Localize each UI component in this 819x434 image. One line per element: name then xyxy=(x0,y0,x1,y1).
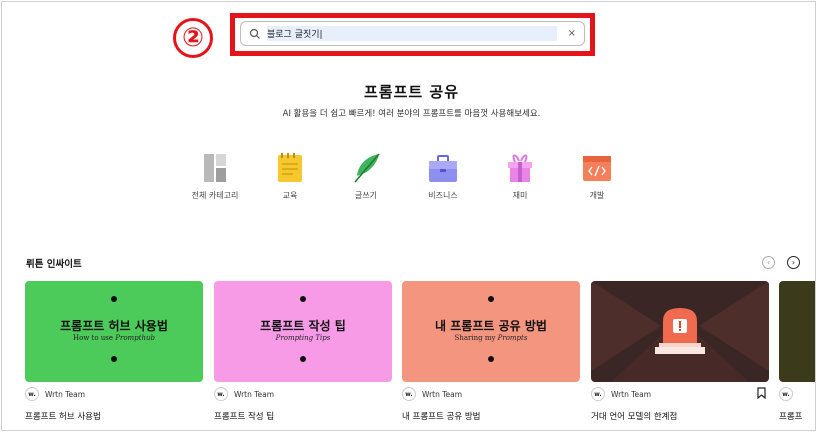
insight-card[interactable]: 프롬프트 작성 팁 Prompting Tips w. Wrtn Team 프롬… xyxy=(214,281,392,422)
insight-card[interactable]: w. Wrtn Team 거대 언어 모델의 한계점 xyxy=(591,281,769,422)
thumbnail-subtitle: How to use Prompthub xyxy=(73,334,155,342)
avatar: w. xyxy=(402,387,416,401)
avatar: w. xyxy=(591,387,605,401)
card-title: 프롬프트 작성 팁 xyxy=(214,412,275,422)
card-author: w. Wrtn Team xyxy=(214,387,274,401)
author-name: Wrtn Team xyxy=(234,389,275,399)
category-fun[interactable]: 재미 xyxy=(485,152,555,201)
category-label: 전체 카테고리 xyxy=(191,191,239,200)
thumbnail-title: 프롬프트 허브 사용법 xyxy=(60,319,168,333)
card-thumbnail: 프롬프트 허브 사용법 How to use Prompthub xyxy=(25,281,203,382)
card-title: 프롬프트 허브 사용법 xyxy=(25,412,101,422)
thumbnail-subtitle: Sharing my Prompts xyxy=(454,334,528,342)
category-label: 재미 xyxy=(512,191,528,200)
author-name: Wrtn Team xyxy=(422,389,463,399)
card-thumbnail xyxy=(779,281,815,382)
search-icon xyxy=(249,28,260,39)
browser-frame: ② 블로그 글짓기| × 프롬프트 공유 AI 활용을 더 쉽고 빠르게! 여러… xyxy=(1,1,816,431)
card-author: w. Wrtn Team xyxy=(25,387,85,401)
insight-card-partial[interactable]: w. 프롬프 xyxy=(779,281,815,422)
avatar: w. xyxy=(779,387,793,401)
card-author: w. Wrtn Team xyxy=(402,387,462,401)
author-name: Wrtn Team xyxy=(611,389,652,399)
card-thumbnail: 프롬프트 작성 팁 Prompting Tips xyxy=(214,281,392,382)
page-title: 프롬프트 공유 xyxy=(363,83,460,101)
card-title: 프롬프 xyxy=(779,412,803,422)
thumbnail-title: 내 프롬프트 공유 방법 xyxy=(435,319,547,333)
card-thumbnail: 내 프롬프트 공유 방법 Sharing my Prompts xyxy=(402,281,580,382)
dot-decoration xyxy=(111,296,117,302)
category-writing[interactable]: 글쓰기 xyxy=(331,152,401,201)
grid-icon xyxy=(198,152,232,184)
insight-card[interactable]: 프롬프트 허브 사용법 How to use Prompthub w. Wrtn… xyxy=(25,281,203,422)
thumbnail-title: 프롬프트 작성 팁 xyxy=(260,319,346,333)
card-author: w. xyxy=(779,387,793,401)
category-label: 글쓰기 xyxy=(354,191,378,200)
dot-decoration xyxy=(111,356,117,362)
dot-decoration xyxy=(488,296,494,302)
alert-light-illustration xyxy=(591,281,769,382)
search-input[interactable]: 블로그 글짓기| xyxy=(267,26,557,41)
category-label: 교육 xyxy=(282,191,298,200)
briefcase-icon xyxy=(426,152,460,184)
dot-decoration xyxy=(300,356,306,362)
card-thumbnail xyxy=(591,281,769,382)
dot-decoration xyxy=(300,296,306,302)
avatar: w. xyxy=(25,387,39,401)
chevron-right-icon: › xyxy=(791,258,796,267)
avatar: w. xyxy=(214,387,228,401)
carousel-next-button[interactable]: › xyxy=(787,256,800,269)
chevron-left-icon: ‹ xyxy=(766,258,771,267)
category-education[interactable]: 교육 xyxy=(255,152,325,201)
insight-card[interactable]: 내 프롬프트 공유 방법 Sharing my Prompts w. Wrtn … xyxy=(402,281,580,422)
gift-icon xyxy=(503,152,537,184)
category-label: 개발 xyxy=(589,191,605,200)
code-window-icon xyxy=(580,152,614,184)
card-title: 내 프롬프트 공유 방법 xyxy=(402,412,481,422)
card-author: w. Wrtn Team xyxy=(591,387,651,401)
thumbnail-subtitle: Prompting Tips xyxy=(275,334,331,342)
dot-decoration xyxy=(488,356,494,362)
category-label: 비즈니스 xyxy=(428,191,458,200)
section-title: 뤼튼 인싸이트 xyxy=(26,259,82,270)
step-number-badge: ② xyxy=(173,18,213,58)
category-all[interactable]: 전체 카테고리 xyxy=(180,152,250,201)
card-title: 거대 언어 모델의 한계점 xyxy=(591,412,678,422)
category-business[interactable]: 비즈니스 xyxy=(408,152,478,201)
bookmark-icon[interactable] xyxy=(757,387,766,399)
clear-search-icon[interactable]: × xyxy=(568,28,576,39)
search-bar[interactable]: 블로그 글짓기| × xyxy=(240,21,585,46)
carousel-prev-button[interactable]: ‹ xyxy=(762,256,775,269)
page-subtitle: AI 활용을 더 쉽고 빠르게! 여러 분야의 프롬프트를 마음껏 사용해보세요… xyxy=(282,109,541,119)
feather-icon xyxy=(349,152,383,184)
search-query-text: 블로그 글짓기 xyxy=(267,30,320,40)
category-development[interactable]: 개발 xyxy=(562,152,632,201)
author-name: Wrtn Team xyxy=(45,389,86,399)
notepad-icon xyxy=(273,152,307,184)
